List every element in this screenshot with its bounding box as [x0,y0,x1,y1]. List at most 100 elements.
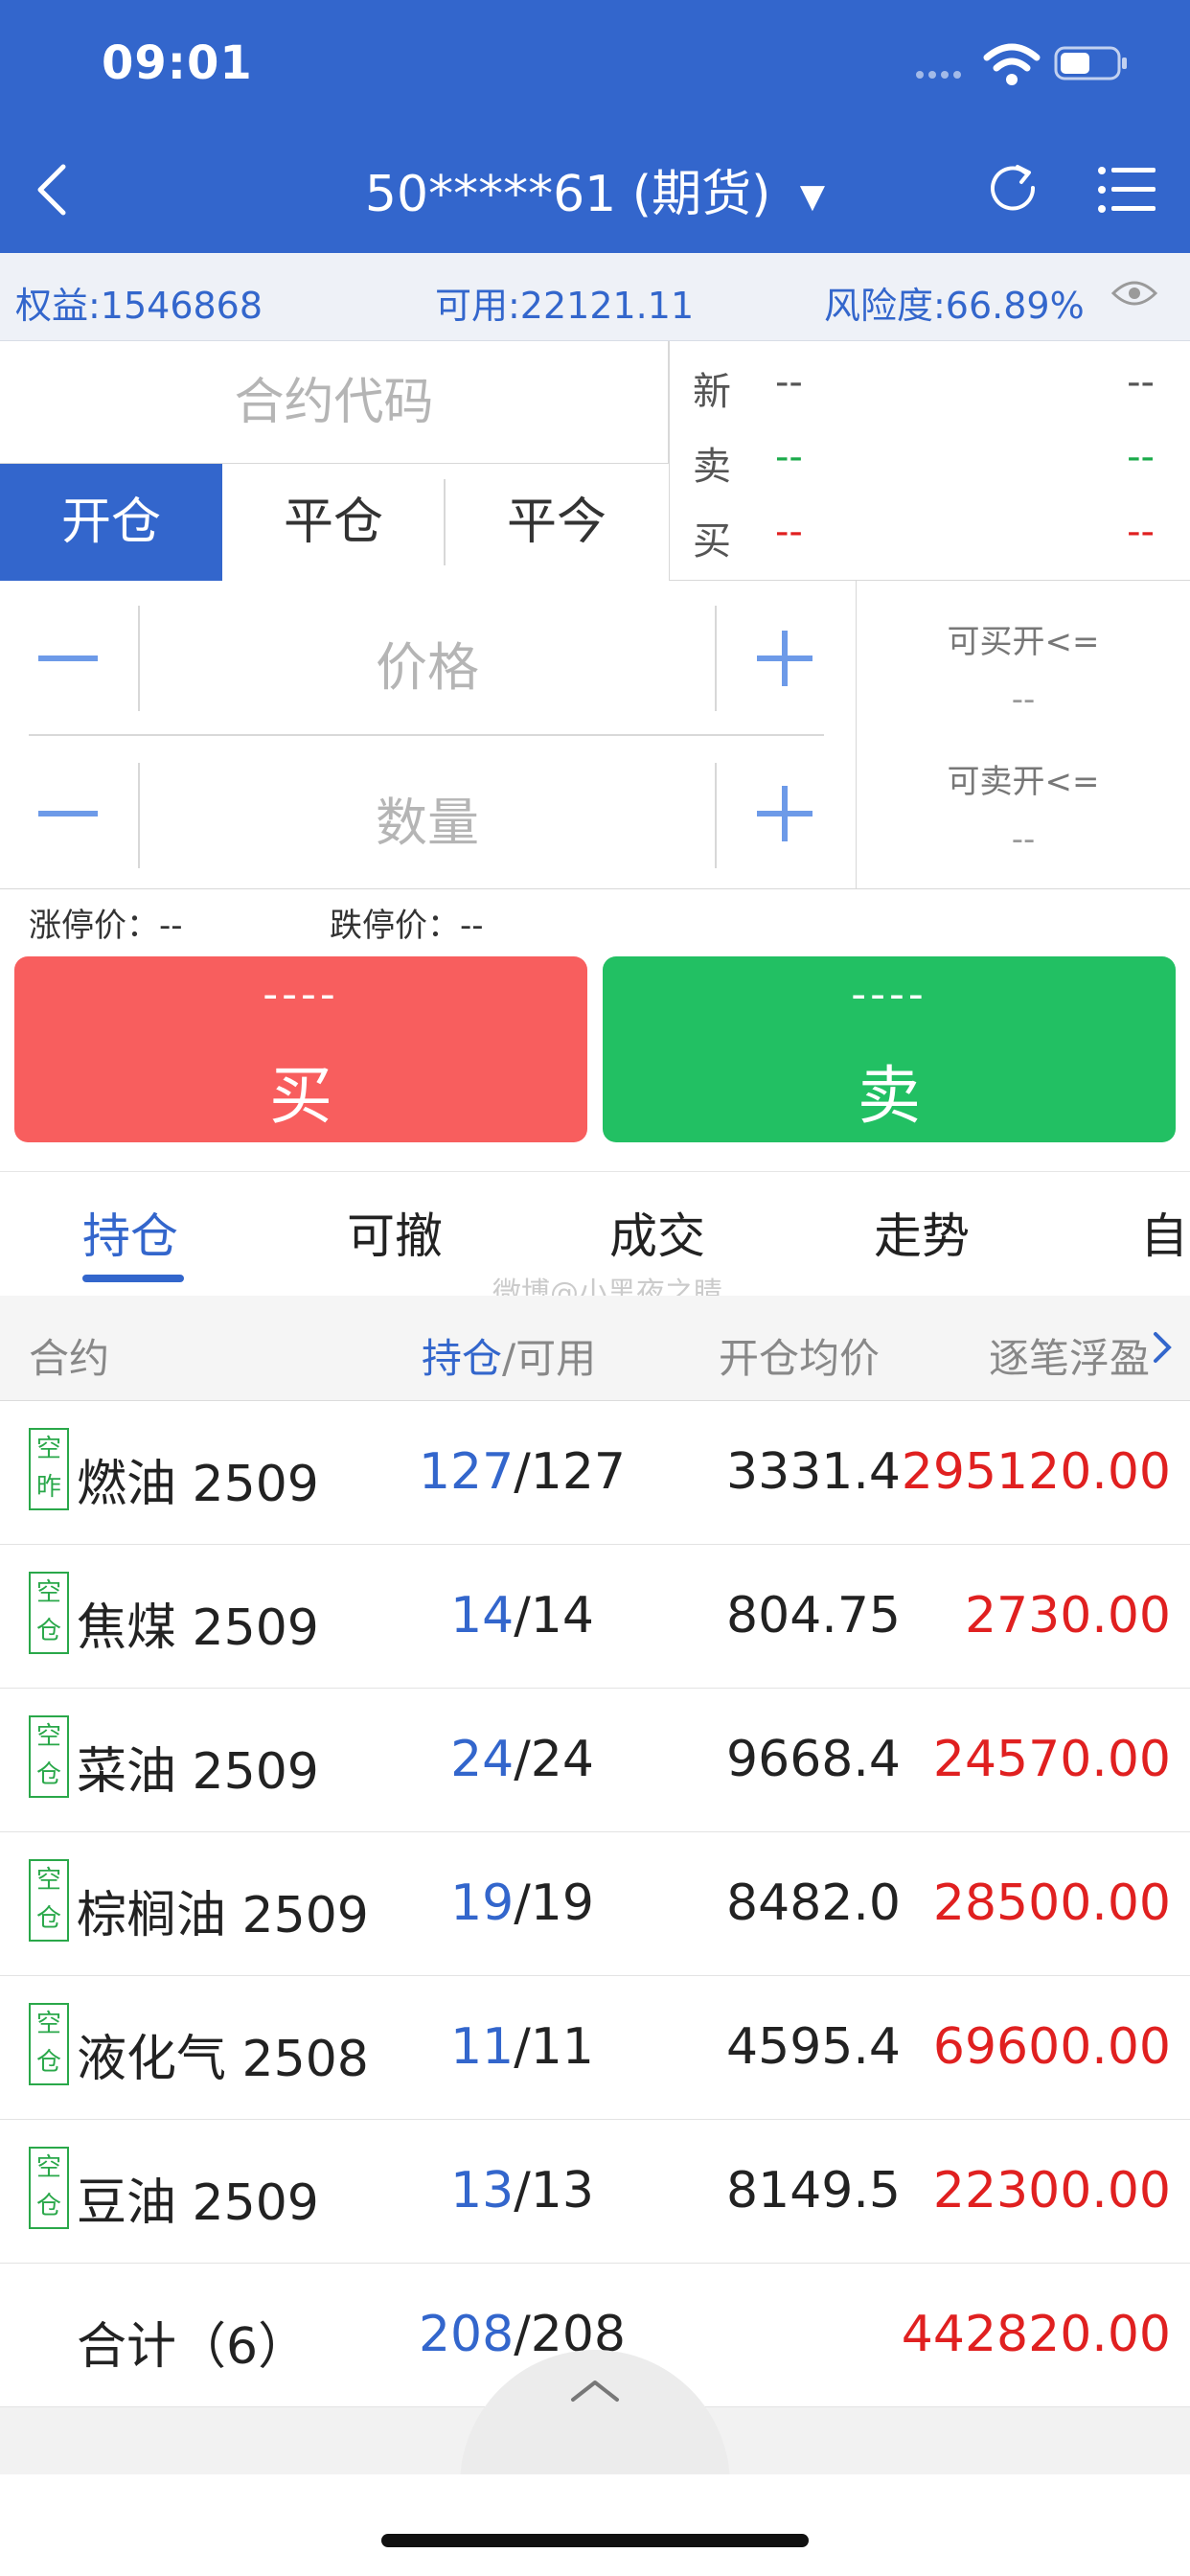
position-badge: 空仓 [29,2003,69,2085]
can-buy-label: 可买开<= [947,623,1100,661]
risk-text: 风险度:66.89% [824,285,1085,327]
position-cell: 19/19 [450,1874,594,1932]
eye-icon[interactable] [1111,276,1157,310]
quote-value: -- [1127,435,1155,479]
position-badge: 空仓 [29,1572,69,1654]
buy-price: ---- [263,970,339,1019]
wifi-icon [983,43,1041,85]
price-decrease-button[interactable] [38,656,98,661]
quote-row-last: 新 -- -- [670,360,1190,427]
chevron-right-icon[interactable] [1150,1328,1177,1367]
position-cell: 11/11 [450,2018,594,2076]
header-contract: 合约 [29,1335,110,1382]
float-pnl-cell: 295120.00 [901,1443,1171,1501]
qty-increase-button[interactable] [757,786,812,841]
table-row[interactable]: 空仓 焦煤 2509 14/14 804.75 2730.00 [0,1545,1190,1689]
tab-trend[interactable]: 走势 [874,1198,970,1267]
quote-label: 买 [693,519,731,564]
home-indicator-area [0,2474,1190,2576]
sell-button[interactable]: ---- 卖 [603,956,1176,1142]
can-sell-label: 可卖开<= [947,763,1100,801]
qty-decrease-button[interactable] [38,811,98,816]
quote-value: -- [775,435,803,479]
quote-row-bid: 买 -- -- [670,510,1190,577]
position-badge: 空仓 [29,2147,69,2229]
divider [29,734,824,736]
price-increase-button[interactable] [757,631,812,686]
limit-down-text: 跌停价：-- [330,907,484,945]
equity-text: 权益:1546868 [15,285,263,327]
avg-price-cell: 8149.5 [726,2162,901,2220]
avg-price-cell: 8482.0 [726,1874,901,1932]
tab-open-position[interactable]: 开仓 [0,464,222,581]
avg-price-cell: 3331.4 [726,1443,901,1501]
account-info-bar: 权益:1546868 可用:22121.11 风险度:66.89% [0,253,1190,341]
quantity-input[interactable]: 数量 [140,780,715,856]
available-text: 可用:22121.11 [435,285,695,327]
float-pnl-cell: 28500.00 [932,1874,1171,1932]
quote-value: -- [1127,510,1155,554]
refresh-button[interactable] [983,159,1044,220]
tab-custom[interactable]: 自 [1140,1198,1188,1267]
float-pnl-cell: 69600.00 [932,2018,1171,2076]
float-pnl-cell: 24570.00 [932,1731,1171,1788]
quote-panel: 新 -- -- 卖 -- -- 买 -- -- [669,341,1190,581]
header-available-label: /可用 [502,1335,597,1382]
buy-button[interactable]: ---- 买 [14,956,587,1142]
chevron-up-icon [571,2380,619,2402]
buy-label: 买 [269,1059,332,1133]
account-number: 50*****61 [364,166,617,223]
quote-value: -- [775,360,803,404]
table-row[interactable]: 空仓 豆油 2509 13/13 8149.5 22300.00 [0,2120,1190,2264]
position-cell: 14/14 [450,1587,594,1644]
float-pnl-cell: 2730.00 [964,1587,1171,1644]
tab-cancelable[interactable]: 可撤 [347,1198,443,1267]
position-cell: 13/13 [450,2162,594,2220]
table-row[interactable]: 空昨 燃油 2509 127/127 3331.4 295120.00 [0,1401,1190,1545]
quote-label: 卖 [693,445,731,489]
list-menu-button[interactable] [1096,163,1157,217]
contract-name: 燃油 2509 [77,1456,319,1513]
position-badge: 空仓 [29,1715,69,1798]
header-float-pnl: 逐笔浮盈 [989,1335,1151,1382]
divider [715,606,717,711]
cell-signal-icon [916,71,961,79]
tab-trades[interactable]: 成交 [609,1198,705,1267]
position-cell: 127/127 [418,1443,627,1501]
total-float-pnl: 442820.00 [901,2306,1171,2363]
battery-icon [1054,46,1127,80]
divider [715,763,717,868]
quote-value: -- [775,510,803,554]
position-badge: 空仓 [29,1859,69,1942]
float-pnl-cell: 22300.00 [932,2162,1171,2220]
header-avg-price: 开仓均价 [719,1335,881,1382]
sell-price: ---- [851,970,927,1019]
caret-down-icon: ▼ [799,177,826,216]
total-label: 合计（6） [77,2318,309,2376]
can-buy-value: -- [1011,680,1036,719]
contract-code-input[interactable]: 合约代码 [0,341,669,464]
contract-name: 液化气 2508 [77,2031,369,2088]
tab-indicator [82,1275,184,1282]
tab-close-position[interactable]: 平仓 [222,464,445,581]
avg-price-cell: 804.75 [726,1587,901,1644]
position-badge: 空昨 [29,1428,69,1510]
contract-name: 菜油 2509 [77,1743,319,1801]
contract-name: 棕榈油 2509 [77,1887,369,1944]
table-row[interactable]: 空仓 菜油 2509 24/24 9668.4 24570.00 [0,1689,1190,1832]
quote-value: -- [1127,360,1155,404]
table-row[interactable]: 空仓 液化气 2508 11/11 4595.4 69600.00 [0,1976,1190,2120]
price-input[interactable]: 价格 [140,625,715,701]
quote-label: 新 [693,370,731,414]
home-indicator[interactable] [381,2534,809,2547]
sell-label: 卖 [858,1059,921,1133]
available-qty-panel: 可买开<= -- 可卖开<= -- [857,581,1190,889]
can-sell-value: -- [1011,820,1036,859]
limit-price-row: 涨停价：-- 跌停价：-- [29,899,1179,945]
tab-positions[interactable]: 持仓 [82,1198,178,1267]
avg-price-cell: 4595.4 [726,2018,901,2076]
table-row[interactable]: 空仓 棕榈油 2509 19/19 8482.0 28500.00 [0,1832,1190,1976]
status-time: 09:01 [102,36,253,90]
tab-close-today[interactable]: 平今 [445,464,669,581]
header-position: 持仓/可用 [422,1326,596,1385]
